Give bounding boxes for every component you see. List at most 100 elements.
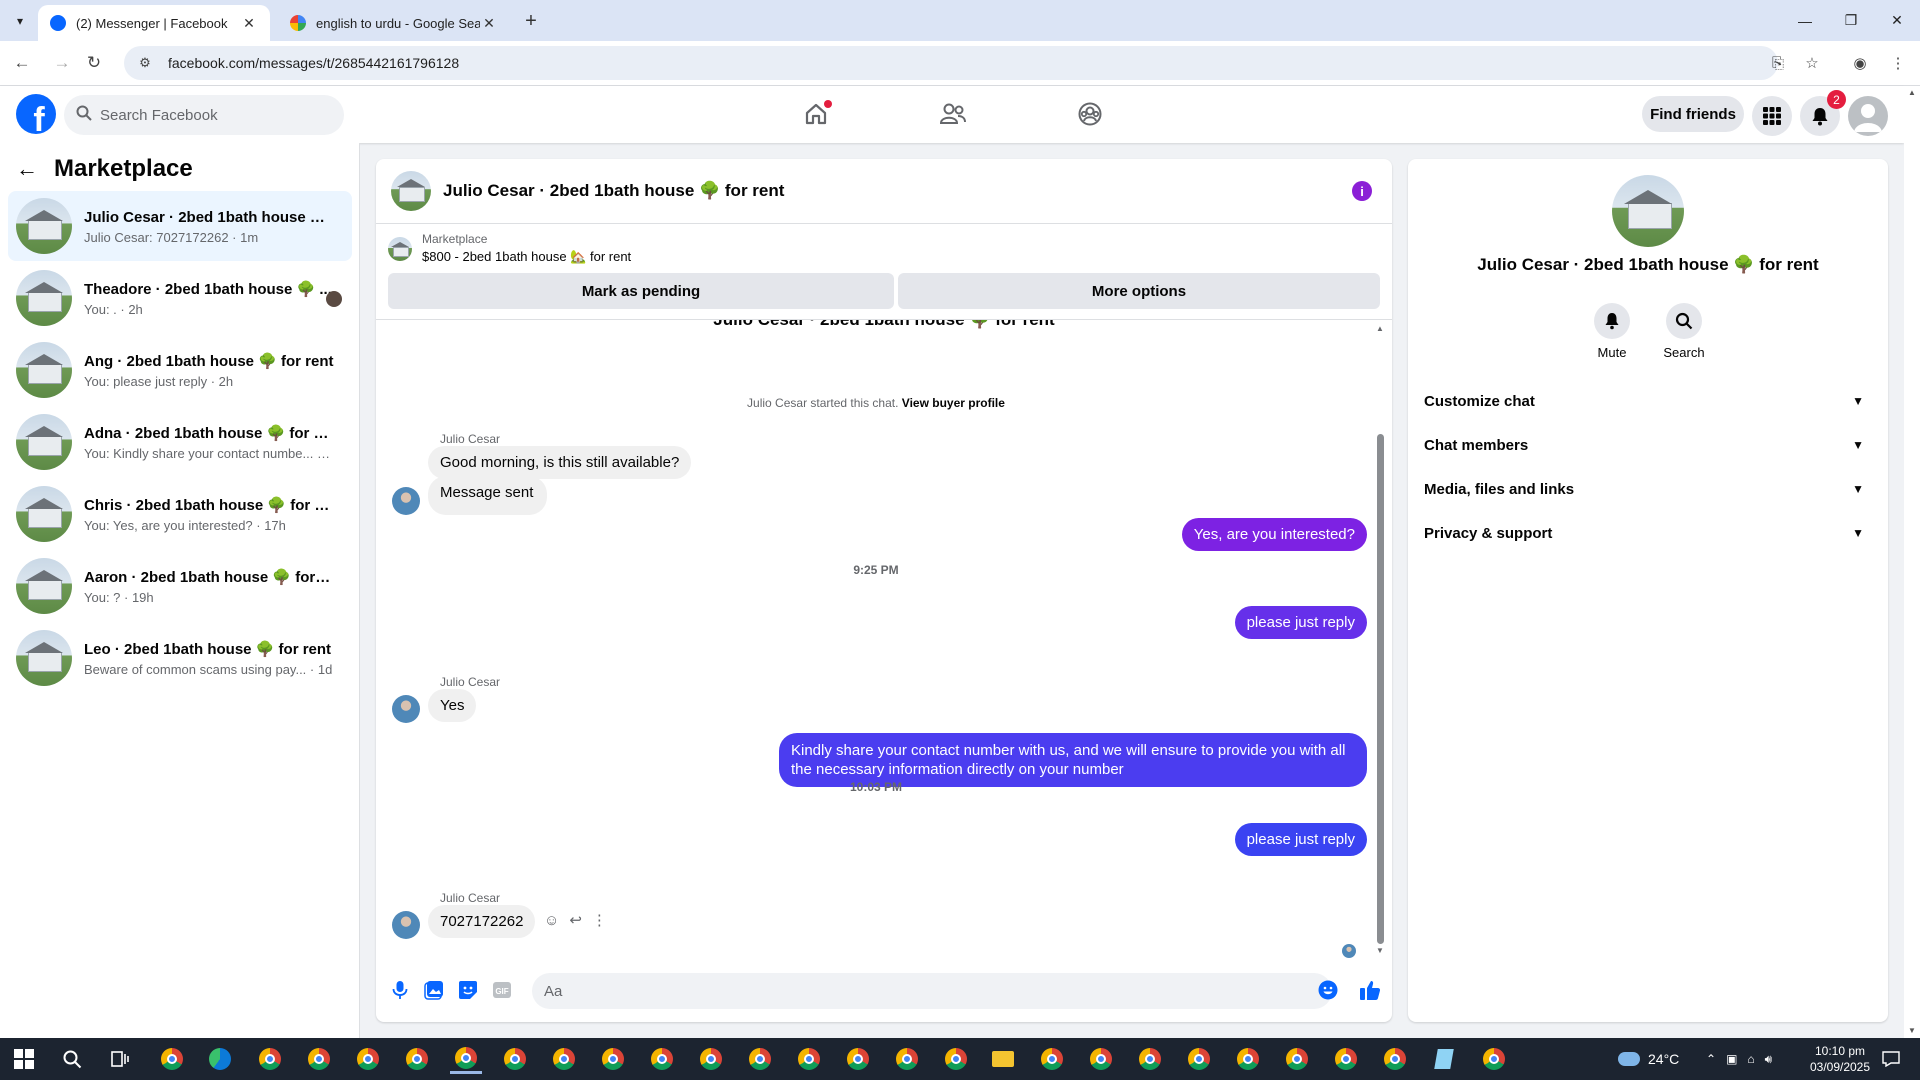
chrome-taskbar-icon[interactable] <box>303 1044 335 1074</box>
task-view-icon[interactable] <box>104 1044 136 1074</box>
close-tab-icon[interactable]: ✕ <box>480 14 498 32</box>
chrome-taskbar-icon[interactable] <box>352 1044 384 1074</box>
emoji-icon[interactable] <box>1316 978 1340 1002</box>
outgoing-message[interactable]: Kindly share your contact number with us… <box>779 733 1367 787</box>
chrome-taskbar-icon-active[interactable] <box>450 1044 482 1074</box>
chrome-taskbar-icon[interactable] <box>695 1044 727 1074</box>
back-arrow-icon[interactable]: ← <box>16 156 38 182</box>
more-actions-icon[interactable]: ⋮ <box>592 911 607 929</box>
message-input[interactable] <box>544 982 1284 1000</box>
media-files-links-section[interactable]: Media, files and links ▼ <box>1424 467 1872 511</box>
chrome-taskbar-icon[interactable] <box>842 1044 874 1074</box>
site-info-icon[interactable]: ⚙ <box>136 54 154 72</box>
gif-icon[interactable]: GIF <box>490 978 514 1002</box>
groups-nav-icon[interactable] <box>1060 94 1120 134</box>
more-options-button[interactable]: More options <box>898 273 1380 309</box>
conversation-item[interactable]: Ang · 2bed 1bath house 🌳 for rent You: p… <box>8 335 352 405</box>
chrome-taskbar-icon[interactable] <box>401 1044 433 1074</box>
chrome-taskbar-icon[interactable] <box>1330 1044 1362 1074</box>
file-explorer-icon[interactable] <box>987 1044 1019 1074</box>
chrome-taskbar-icon[interactable] <box>1281 1044 1313 1074</box>
reload-icon[interactable]: ↻ <box>80 49 108 77</box>
tab-google-search[interactable]: english to urdu - Google Search ✕ <box>278 5 510 41</box>
incoming-message[interactable]: Good morning, is this still available? <box>428 446 692 479</box>
close-window-icon[interactable]: ✕ <box>1874 0 1920 41</box>
tray-chevron-up-icon[interactable]: ⌃ <box>1706 1052 1716 1066</box>
address-bar[interactable]: ⚙ facebook.com/messages/t/26854421617961… <box>124 46 1778 80</box>
chrome-taskbar-icon[interactable] <box>1085 1044 1117 1074</box>
incoming-message[interactable]: Message sent <box>428 476 548 515</box>
account-avatar[interactable] <box>1848 96 1888 136</box>
chrome-taskbar-icon[interactable] <box>1134 1044 1166 1074</box>
install-app-icon[interactable]: ⎘ <box>1764 49 1792 77</box>
menu-grid-icon[interactable] <box>1752 96 1792 136</box>
chrome-taskbar-icon[interactable] <box>940 1044 972 1074</box>
outgoing-message[interactable]: please just reply <box>1234 606 1367 639</box>
customize-chat-section[interactable]: Customize chat ▼ <box>1424 379 1872 423</box>
browser-menu-icon[interactable]: ⋮ <box>1884 49 1912 77</box>
outgoing-message[interactable]: Yes, are you interested? <box>1181 518 1367 551</box>
chrome-taskbar-icon[interactable] <box>548 1044 580 1074</box>
conversation-item[interactable]: Julio Cesar · 2bed 1bath house 🌳 ... Jul… <box>8 191 352 261</box>
bookmark-star-icon[interactable]: ☆ <box>1798 49 1826 77</box>
listing-info[interactable]: Marketplace $800 - 2bed 1bath house 🏡 fo… <box>388 232 631 265</box>
new-tab-button[interactable]: + <box>518 8 544 34</box>
edge-taskbar-icon[interactable] <box>204 1044 236 1074</box>
minimize-icon[interactable]: — <box>1782 0 1828 41</box>
chrome-taskbar-icon[interactable] <box>1478 1044 1510 1074</box>
tab-messenger[interactable]: (2) Messenger | Facebook ✕ <box>38 5 270 41</box>
thread-scrollbar[interactable]: ▲ ▼ <box>1376 324 1384 955</box>
chrome-taskbar-icon[interactable] <box>744 1044 776 1074</box>
view-buyer-profile-link[interactable]: View buyer profile <box>902 396 1005 410</box>
sender-avatar[interactable] <box>392 695 420 723</box>
find-friends-button[interactable]: Find friends <box>1642 96 1744 132</box>
search-in-chat-button[interactable]: Search <box>1654 303 1714 360</box>
incoming-message[interactable]: 7027172262 <box>428 905 536 938</box>
chrome-taskbar-icon[interactable] <box>793 1044 825 1074</box>
chrome-taskbar-icon[interactable] <box>891 1044 923 1074</box>
chrome-taskbar-icon[interactable] <box>254 1044 286 1074</box>
chrome-taskbar-icon[interactable] <box>646 1044 678 1074</box>
message-input-box[interactable] <box>532 973 1332 1009</box>
chrome-taskbar-icon[interactable] <box>1232 1044 1264 1074</box>
sender-avatar[interactable] <box>392 911 420 939</box>
taskbar-search-icon[interactable] <box>56 1044 88 1074</box>
restore-icon[interactable]: ❐ <box>1828 0 1874 41</box>
photo-icon[interactable] <box>422 978 446 1002</box>
sticker-icon[interactable] <box>456 978 480 1002</box>
conversation-item[interactable]: Leo · 2bed 1bath house 🌳 for rent Beware… <box>8 623 352 693</box>
notepad-taskbar-icon[interactable] <box>1428 1044 1460 1074</box>
reply-icon[interactable]: ↩ <box>569 911 582 929</box>
scroll-up-icon[interactable]: ▲ <box>1908 88 1916 97</box>
clock[interactable]: 10:10 pm 03/09/2025 <box>1804 1038 1876 1080</box>
conversation-item[interactable]: Chris · 2bed 1bath house 🌳 for rent You:… <box>8 479 352 549</box>
mark-as-pending-button[interactable]: Mark as pending <box>388 273 894 309</box>
page-scrollbar[interactable]: ▲ ▼ <box>1904 86 1920 1038</box>
home-nav-icon[interactable] <box>786 94 846 134</box>
like-thumb-icon[interactable] <box>1358 978 1382 1002</box>
scrollbar-thumb[interactable] <box>1377 434 1384 944</box>
tray-device-icon[interactable]: ▣ <box>1726 1052 1737 1066</box>
profile-icon[interactable]: ◉ <box>1846 49 1874 77</box>
chrome-taskbar-icon[interactable] <box>1379 1044 1411 1074</box>
close-tab-icon[interactable]: ✕ <box>240 14 258 32</box>
search-input[interactable] <box>100 106 300 124</box>
facebook-logo-icon[interactable]: f <box>16 94 56 134</box>
incoming-message[interactable]: Yes <box>428 689 477 722</box>
chrome-taskbar-icon[interactable] <box>499 1044 531 1074</box>
chat-title[interactable]: Julio Cesar · 2bed 1bath house 🌳 for ren… <box>443 181 784 201</box>
sender-avatar[interactable] <box>392 487 420 515</box>
network-icon[interactable]: ⌂ <box>1747 1052 1754 1066</box>
chrome-taskbar-icon[interactable] <box>1183 1044 1215 1074</box>
conversation-item[interactable]: Adna · 2bed 1bath house 🌳 for rent You: … <box>8 407 352 477</box>
back-icon[interactable]: ← <box>8 49 36 77</box>
react-emoji-icon[interactable]: ☺ <box>544 912 559 929</box>
chat-members-section[interactable]: Chat members ▼ <box>1424 423 1872 467</box>
conversation-item[interactable]: Theadore · 2bed 1bath house 🌳 ... You: .… <box>8 263 352 333</box>
volume-icon[interactable]: 🔊︎ <box>1765 1052 1773 1067</box>
conversation-item[interactable]: Aaron · 2bed 1bath house 🌳 for r... You:… <box>8 551 352 621</box>
conversation-info-icon[interactable]: i <box>1352 181 1372 201</box>
weather-widget[interactable]: 24°C <box>1618 1038 1679 1080</box>
tab-search-chevron-icon[interactable]: ▾ <box>8 9 32 33</box>
outgoing-message[interactable]: please just reply <box>1234 823 1367 856</box>
